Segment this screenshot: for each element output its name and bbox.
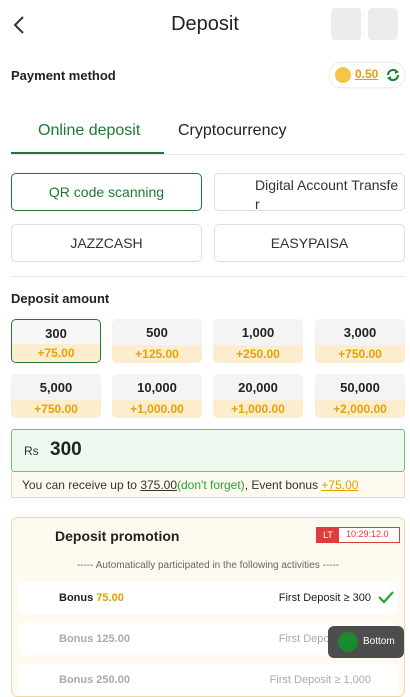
tab-cryptocurrency[interactable]: Cryptocurrency — [178, 122, 286, 140]
method-qr-code-scanning[interactable]: QR code scanning — [11, 173, 202, 211]
amount-option-300[interactable]: 300 +75.00 — [11, 319, 101, 363]
amount-value: 500 — [146, 325, 168, 340]
amount-option-10000[interactable]: 10,000 +1,000.00 — [112, 374, 202, 418]
info-mid: , Event bonus — [244, 478, 322, 492]
amount-bonus: +750.00 — [11, 400, 101, 418]
dont-forget-note: (don't forget) — [177, 478, 245, 492]
method-easypaisa[interactable]: EASYPAISA — [214, 224, 405, 262]
promotion-bonus: Bonus 75.00 — [59, 592, 124, 604]
receive-amount: 375.00 — [140, 478, 178, 492]
blurred-header-icon[interactable] — [368, 8, 398, 40]
timer-badge: LT — [317, 528, 339, 542]
check-icon — [378, 591, 394, 604]
amount-bonus: +1,000.00 — [112, 400, 202, 418]
deposit-promotion-panel: Deposit promotion LT 10:29:12.0 ----- Au… — [11, 517, 405, 697]
bottom-label: Bottom — [363, 636, 395, 647]
amount-value: 20,000 — [238, 380, 278, 395]
amount-input[interactable]: Rs 300 — [11, 429, 405, 472]
countdown-timer: LT 10:29:12.0 — [316, 527, 400, 543]
promotion-condition: First Deposit ≥ 300 — [278, 592, 371, 604]
amount-option-5000[interactable]: 5,000 +750.00 — [11, 374, 101, 418]
amount-bonus: +250.00 — [213, 345, 303, 363]
amount-bonus: +1,000.00 — [213, 400, 303, 418]
amount-option-20000[interactable]: 20,000 +1,000.00 — [213, 374, 303, 418]
promotion-row[interactable]: Bonus 250.00 First Deposit ≥ 1,000 — [19, 664, 397, 696]
tab-online-deposit[interactable]: Online deposit — [38, 122, 140, 140]
blurred-header-icon[interactable] — [331, 8, 361, 40]
amount-input-value: 300 — [50, 439, 82, 460]
amount-value: 50,000 — [340, 380, 380, 395]
amount-value: 10,000 — [137, 380, 177, 395]
auto-participate-text: ----- Automatically participated in the … — [76, 560, 340, 571]
promotion-row[interactable]: Bonus 75.00 First Deposit ≥ 300 — [19, 582, 397, 614]
amount-option-1000[interactable]: 1,000 +250.00 — [213, 319, 303, 363]
info-prefix: You can receive up to — [22, 478, 141, 492]
amount-value: 5,000 — [39, 380, 73, 395]
promotion-condition: First Deposit ≥ 1,000 — [269, 674, 371, 686]
divider — [11, 276, 405, 277]
payment-method-label: Payment method — [11, 68, 116, 83]
balance-pill: 0.50 — [329, 62, 405, 88]
scroll-bottom-button[interactable]: Bottom — [328, 626, 404, 658]
amount-bonus: +75.00 — [12, 344, 100, 362]
event-bonus: +75.00 — [321, 478, 359, 492]
amount-bonus: +750.00 — [315, 345, 405, 363]
promotion-title: Deposit promotion — [55, 528, 180, 544]
refresh-icon[interactable] — [385, 67, 401, 83]
promotion-bonus: Bonus 125.00 — [59, 633, 130, 645]
top-bar: Deposit — [0, 0, 410, 50]
amount-value: 1,000 — [241, 325, 275, 340]
amount-bonus: +125.00 — [112, 345, 202, 363]
amount-bonus: +2,000.00 — [315, 400, 405, 418]
amount-option-500[interactable]: 500 +125.00 — [112, 319, 202, 363]
active-tab-indicator — [11, 152, 164, 154]
timer-value: 10:29:12.0 — [346, 529, 389, 539]
amount-option-50000[interactable]: 50,000 +2,000.00 — [315, 374, 405, 418]
deposit-tabs: Online deposit Cryptocurrency — [11, 112, 405, 155]
green-dot-icon — [338, 632, 358, 652]
promotion-bonus: Bonus 250.00 — [59, 674, 130, 686]
deposit-amount-label: Deposit amount — [11, 291, 110, 306]
amount-option-3000[interactable]: 3,000 +750.00 — [315, 319, 405, 363]
balance-value: 0.50 — [355, 67, 379, 81]
method-jazzcash[interactable]: JAZZCASH — [11, 224, 202, 262]
coin-icon — [335, 67, 351, 83]
receive-info: You can receive up to 375.00(don't forge… — [11, 472, 405, 498]
amount-value: 3,000 — [343, 325, 377, 340]
currency-label: Rs — [24, 444, 39, 458]
method-digital-account-transfer[interactable]: Digital Account Transfer — [214, 173, 405, 212]
amount-value: 300 — [45, 326, 67, 341]
